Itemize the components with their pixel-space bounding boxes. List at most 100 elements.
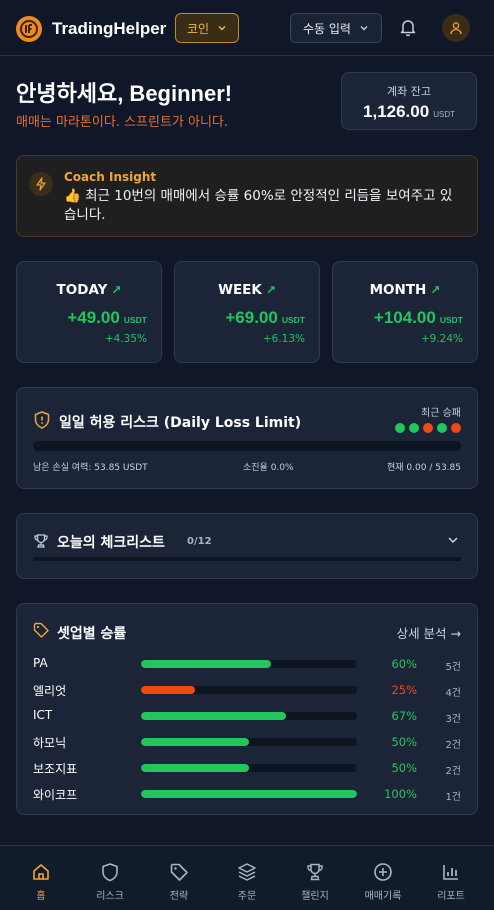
loss-dot xyxy=(451,423,461,433)
trend-up-icon: ↗ xyxy=(265,283,276,297)
period-unit: USDT xyxy=(123,315,147,325)
bell-icon[interactable] xyxy=(396,15,420,39)
bottom-navigation: 홈 리스크 전략 주문 챌린지 매매기록 리포트 xyxy=(0,845,494,910)
loss-dot xyxy=(423,423,433,433)
nav-label: 챌린지 xyxy=(301,891,329,902)
user-icon xyxy=(450,22,462,35)
current-loss: 현재 0.00 / 53.85 xyxy=(387,463,461,473)
logo-icon xyxy=(16,16,42,42)
setup-count: 3건 xyxy=(445,714,461,725)
plus-circle-icon xyxy=(373,861,393,883)
setup-name: ICT xyxy=(33,708,53,722)
nav-item-strategy[interactable]: 전략 xyxy=(144,846,214,910)
setup-bar-track xyxy=(141,790,357,798)
setup-count: 5건 xyxy=(445,662,461,673)
nav-label: 주문 xyxy=(237,891,257,902)
setup-bar-track xyxy=(141,764,357,772)
period-card-today: TODAY ↗ +49.00 USDT +4.35% xyxy=(16,261,162,363)
setup-bar-fill xyxy=(141,686,195,694)
balance-value-row: 1,126.00 USDT xyxy=(342,102,476,122)
period-value: +69.00 xyxy=(225,308,278,327)
period-label: MONTH xyxy=(369,282,427,298)
nav-label: 전략 xyxy=(169,891,189,902)
period-label: WEEK xyxy=(218,282,262,298)
daily-loss-limit-card: 일일 허용 리스크 (Daily Loss Limit) 최근 승패 남은 손실… xyxy=(16,387,478,489)
setup-name: 와이코프 xyxy=(33,788,78,802)
setup-percent: 100% xyxy=(384,787,417,801)
nav-item-order[interactable]: 주문 xyxy=(212,846,282,910)
setup-name: 엘리엇 xyxy=(33,684,67,698)
nav-label: 매매기록 xyxy=(364,891,402,902)
setup-bar-fill xyxy=(141,712,286,720)
checklist-progress-bar xyxy=(33,557,461,561)
nav-label: 리포트 xyxy=(437,891,465,902)
setup-row: PA 60% 5건 xyxy=(33,654,463,674)
period-label-row: MONTH ↗ xyxy=(333,282,477,298)
nav-item-home[interactable]: 홈 xyxy=(6,846,76,910)
period-card-week: WEEK ↗ +69.00 USDT +6.13% xyxy=(174,261,320,363)
remaining-loss: 남은 손실 여력: 53.85 USDT xyxy=(33,463,148,473)
nav-item-report[interactable]: 리포트 xyxy=(416,846,486,910)
period-percent: +6.13% xyxy=(262,333,305,345)
brand-name: TradingHelper xyxy=(52,19,167,38)
setup-bar-track xyxy=(141,738,357,746)
setup-count: 2건 xyxy=(445,766,461,777)
daily-checklist-card[interactable]: 오늘의 체크리스트 0/12 xyxy=(16,513,478,579)
win-dot xyxy=(409,423,419,433)
setup-bar-track xyxy=(141,712,357,720)
shield-alert-icon xyxy=(34,411,50,429)
chevron-down-icon xyxy=(360,26,368,31)
period-percent: +9.24% xyxy=(420,333,463,345)
setup-name: PA xyxy=(33,656,48,670)
setup-percent: 25% xyxy=(391,683,417,697)
loss-limit-bar xyxy=(33,441,461,451)
balance-label: 계좌 잔고 xyxy=(387,85,431,98)
setup-percent: 50% xyxy=(391,735,417,749)
setup-count: 1건 xyxy=(445,792,461,803)
period-value: +104.00 xyxy=(373,308,436,327)
period-value-row: +49.00 USDT xyxy=(67,308,147,328)
period-percent: +4.35% xyxy=(104,333,147,345)
tag-icon xyxy=(33,622,49,638)
bar-chart-icon xyxy=(441,861,461,883)
checklist-title: 오늘의 체크리스트 xyxy=(57,535,165,551)
manual-input-button[interactable]: 수동 입력 xyxy=(290,13,382,43)
balance-unit: USDT xyxy=(433,110,455,119)
setup-bar-fill xyxy=(141,764,249,772)
trophy-icon xyxy=(305,861,325,883)
risk-title: 일일 허용 리스크 (Daily Loss Limit) xyxy=(59,415,302,431)
nav-item-challenge[interactable]: 챌린지 xyxy=(280,846,350,910)
home-icon xyxy=(31,861,51,883)
setup-bar-track xyxy=(141,660,357,668)
period-unit: USDT xyxy=(281,315,305,325)
coach-insight-card: Coach Insight 👍 최근 10번의 매매에서 승률 60%로 안정적… xyxy=(16,155,478,237)
setup-win-rate-card: 셋업별 승률 상세 분석 → PA 60% 5건 엘리엇 25% 4건 ICT 67% 3건 하모… xyxy=(16,603,478,815)
chevron-down-icon[interactable] xyxy=(447,534,459,546)
win-dot xyxy=(395,423,405,433)
detail-analysis-link[interactable]: 상세 분석 → xyxy=(397,623,461,642)
coach-title: Coach Insight xyxy=(64,170,157,184)
nav-item-risk[interactable]: 리스크 xyxy=(75,846,145,910)
setup-bar-fill xyxy=(141,790,357,798)
setup-row: ICT 67% 3건 xyxy=(33,706,463,726)
greeting-title: 안녕하세요, Beginner! xyxy=(16,81,233,106)
top-header: TradingHelper 코인 수동 입력 xyxy=(0,0,494,56)
period-value-row: +69.00 USDT xyxy=(225,308,305,328)
checklist-count: 0/12 xyxy=(187,536,212,547)
coin-selector-button[interactable]: 코인 xyxy=(175,13,239,43)
setup-row: 하모닉 50% 2건 xyxy=(33,732,463,752)
setup-count: 2건 xyxy=(445,740,461,751)
trend-up-icon: ↗ xyxy=(430,283,441,297)
layers-icon xyxy=(237,861,257,883)
setup-count: 4건 xyxy=(445,688,461,699)
win-dot xyxy=(437,423,447,433)
balance-value: 1,126.00 xyxy=(363,102,430,121)
user-avatar[interactable] xyxy=(442,14,470,42)
setup-percent: 67% xyxy=(391,709,417,723)
setup-bar-fill xyxy=(141,738,249,746)
setup-row: 와이코프 100% 1건 xyxy=(33,784,463,804)
lightning-icon xyxy=(29,172,53,196)
period-label-row: TODAY ↗ xyxy=(17,282,161,298)
tag-icon xyxy=(169,861,189,883)
nav-item-trade-log[interactable]: 매매기록 xyxy=(348,846,418,910)
